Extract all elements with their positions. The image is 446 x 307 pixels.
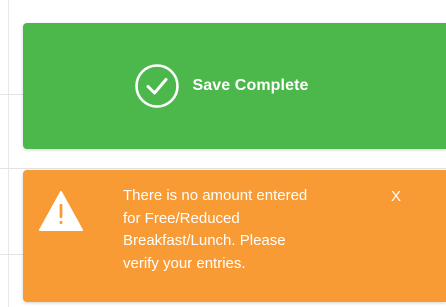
warning-message: There is no amount entered for Free/Redu… (123, 185, 363, 275)
success-message: Save Complete (192, 77, 309, 94)
warning-triangle-icon (39, 191, 83, 231)
background-divider (0, 94, 23, 95)
warning-message-line: for Free/Reduced (123, 209, 240, 227)
background-divider (0, 254, 23, 255)
check-circle-icon (135, 64, 180, 108)
page: Save Complete There is no amount entered… (0, 0, 446, 307)
background-divider (0, 168, 446, 169)
warning-message-line: verify your entries. (123, 254, 246, 272)
warning-message-line: Breakfast/Lunch. Please (123, 232, 286, 249)
close-button[interactable]: X (387, 186, 405, 208)
success-toast: Save Complete (23, 23, 446, 149)
background-column-edge (8, 0, 9, 307)
warning-message-line: There is no amount entered (123, 187, 308, 204)
warning-toast: There is no amount entered for Free/Redu… (23, 170, 446, 302)
